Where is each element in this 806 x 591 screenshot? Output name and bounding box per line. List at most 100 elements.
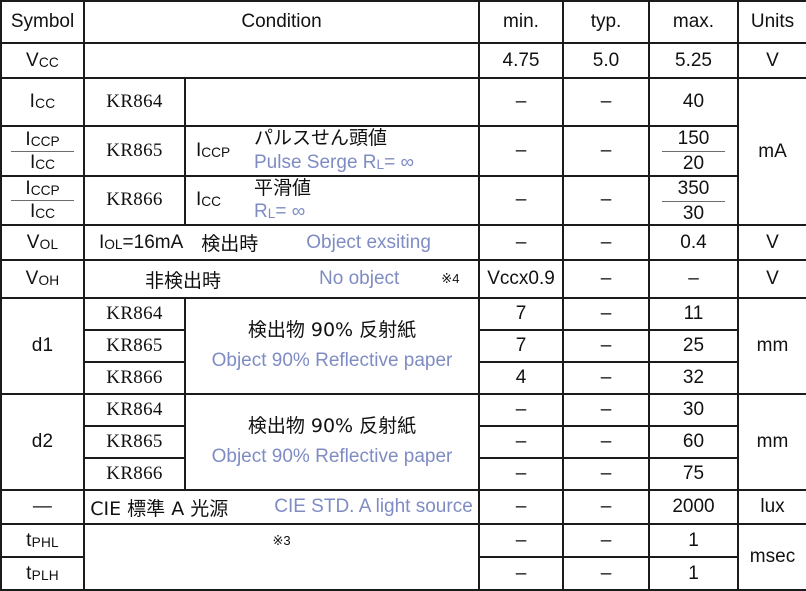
- value-tphl-min: –: [478, 523, 564, 558]
- symbol-tphl: tPHL: [0, 523, 85, 558]
- table-row-icc-kr865: ICCP ICC KR865 ICCP パルスせん頭値 Pulse Serge …: [0, 125, 806, 177]
- symbol-icc-den: ICC: [29, 151, 56, 173]
- value-d1-kr865-max: 25: [648, 329, 739, 363]
- condition-voh: 非検出時 No object ※4: [83, 259, 480, 299]
- value-icc-kr866-max-den: 30: [682, 202, 705, 224]
- symbol-tplh: tPLH: [0, 556, 85, 591]
- condition-d2: 検出物 90% 反射紙 Object 90% Reflective paper: [184, 393, 480, 491]
- condition-voh-jp: 非検出時: [145, 269, 222, 292]
- value-icc-kr865-min: –: [478, 125, 564, 177]
- units-icc: mA: [737, 77, 806, 226]
- value-vol-min: –: [478, 224, 564, 261]
- units-d1: mm: [737, 297, 806, 395]
- condition-tphl-tplh: ※3: [83, 523, 480, 591]
- table-row-vcc: VCC 4.75 5.0 5.25 V: [0, 42, 806, 79]
- value-d2-kr864-min: –: [478, 393, 564, 427]
- model-kr864-d1: KR864: [83, 297, 186, 331]
- condition-label-iccp: ICCP: [196, 139, 231, 161]
- value-vcc-typ: 5.0: [562, 42, 650, 79]
- condition-icc-kr865: ICCP パルスせん頭値 Pulse Serge RL= ∞: [184, 125, 480, 177]
- condition-voh-en: No object: [319, 268, 400, 289]
- value-cie-max: 2000: [648, 489, 739, 525]
- value-d2-kr865-min: –: [478, 425, 564, 459]
- value-icc-kr866-min: –: [478, 174, 564, 226]
- units-vcc: V: [737, 42, 806, 79]
- condition-vol-jp: 検出時: [201, 233, 259, 255]
- symbol-d1: d1: [0, 297, 85, 395]
- condition-text-icc: 平滑値 RL= ∞: [254, 177, 311, 225]
- symbol-d2: d2: [0, 393, 85, 491]
- header-min: min.: [478, 0, 564, 44]
- condition-vol-en: Object exsiting: [306, 231, 431, 253]
- symbol-iccp-icc-kr865: ICCP ICC: [0, 125, 85, 177]
- value-tplh-typ: –: [562, 556, 650, 591]
- symbol-cie: —: [0, 489, 85, 525]
- table-row-tphl: tPHL ※3 – – 1 msec: [0, 523, 806, 591]
- condition-d2-jp: 検出物 90% 反射紙: [247, 415, 417, 438]
- value-voh-min: Vccx0.9: [478, 259, 564, 299]
- condition-vol: IOL=16mA 検出時 Object exsiting: [83, 224, 480, 261]
- footnote-marker-4: ※4: [441, 271, 460, 286]
- value-d2-kr865-typ: –: [562, 425, 650, 459]
- value-tphl-typ: –: [562, 523, 650, 558]
- condition-en-icc: RL= ∞: [254, 201, 306, 223]
- value-icc-kr865-typ: –: [562, 125, 650, 177]
- symbol-vcc-main: V: [25, 49, 39, 71]
- units-cie: lux: [737, 489, 806, 525]
- value-icc-kr866-max: 350 30: [648, 174, 739, 226]
- symbol-vcc-sub: CC: [38, 54, 60, 70]
- model-kr865-icc: KR865: [83, 125, 186, 177]
- value-d1-kr866-max: 32: [648, 361, 739, 395]
- electrical-characteristics-table: Symbol Condition min. typ. max. Units VC…: [0, 0, 806, 591]
- units-tphl-tplh: msec: [737, 523, 806, 591]
- value-voh-typ: –: [562, 259, 650, 299]
- condition-icc-kr866: ICC 平滑値 RL= ∞: [184, 174, 480, 226]
- value-d2-kr864-max: 30: [648, 393, 739, 427]
- condition-jp-iccp: パルスせん頭値: [254, 127, 388, 149]
- symbol-vol: VOL: [0, 224, 85, 261]
- model-kr864-d2: KR864: [83, 393, 186, 427]
- symbol-iccp-icc-kr866: ICCP ICC: [0, 174, 85, 226]
- value-vcc-min: 4.75: [478, 42, 564, 79]
- symbol-iccp-num-866: ICCP: [11, 178, 74, 202]
- value-cie-typ: –: [562, 489, 650, 525]
- value-d1-kr864-min: 7: [478, 297, 564, 331]
- value-d2-kr866-min: –: [478, 457, 564, 491]
- table-row-voh: VOH 非検出時 No object ※4 Vccx0.9 – – V: [0, 259, 806, 299]
- condition-cie-jp: CIE 標準 A 光源: [90, 497, 229, 520]
- condition-d1-jp: 検出物 90% 反射紙: [247, 319, 417, 342]
- value-tphl-max: 1: [648, 523, 739, 558]
- condition-d1: 検出物 90% 反射紙 Object 90% Reflective paper: [184, 297, 480, 395]
- value-iccp-kr866-max: 350: [661, 177, 726, 202]
- symbol-icc: ICC: [0, 77, 85, 127]
- model-kr866-icc: KR866: [83, 174, 186, 226]
- table-row-d1-kr864: d1 KR864 検出物 90% 反射紙 Object 90% Reflecti…: [0, 297, 806, 395]
- value-d1-kr866-typ: –: [562, 361, 650, 395]
- value-vol-typ: –: [562, 224, 650, 261]
- condition-d1-en: Object 90% Reflective paper: [211, 350, 453, 371]
- spec-table-sheet: Symbol Condition min. typ. max. Units VC…: [0, 0, 806, 591]
- value-icc-kr864-typ: –: [562, 77, 650, 127]
- value-d2-kr864-typ: –: [562, 393, 650, 427]
- symbol-icc-den-866: ICC: [29, 201, 56, 223]
- value-voh-max: –: [648, 259, 739, 299]
- value-d2-kr866-max: 75: [648, 457, 739, 491]
- value-icc-kr864-max: 40: [648, 77, 739, 127]
- condition-vol-iol: IOL=16mA: [99, 231, 184, 253]
- value-tplh-min: –: [478, 556, 564, 591]
- value-d1-kr865-typ: –: [562, 329, 650, 363]
- value-d2-kr865-max: 60: [648, 425, 739, 459]
- model-kr865-d1: KR865: [83, 329, 186, 363]
- table-row-d2-kr864: d2 KR864 検出物 90% 反射紙 Object 90% Reflecti…: [0, 393, 806, 491]
- value-d1-kr866-min: 4: [478, 361, 564, 395]
- table-row-vol: VOL IOL=16mA 検出時 Object exsiting – – 0.4…: [0, 224, 806, 261]
- header-max: max.: [648, 0, 739, 44]
- condition-en-iccp: Pulse Serge RL= ∞: [254, 151, 415, 173]
- value-d2-kr866-typ: –: [562, 457, 650, 491]
- table-row-icc-kr864: ICC KR864 – – 40 mA: [0, 77, 806, 226]
- footnote-marker-3: ※3: [272, 533, 291, 548]
- value-d1-kr865-min: 7: [478, 329, 564, 363]
- value-icc-kr865-max: 150 20: [648, 125, 739, 177]
- model-kr864-icc: KR864: [83, 77, 186, 127]
- header-symbol: Symbol: [0, 0, 85, 44]
